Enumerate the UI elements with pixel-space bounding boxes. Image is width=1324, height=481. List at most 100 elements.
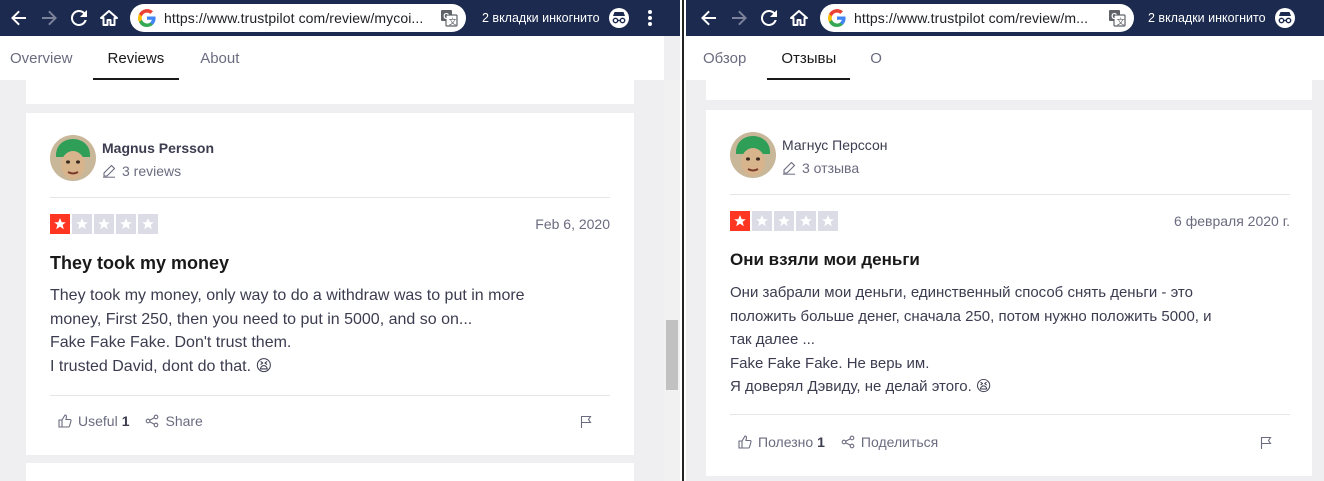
review-body-line: положить больше денег, сначала 250, пото… xyxy=(730,307,1212,325)
review-date: 6 февраля 2020 г. xyxy=(1174,213,1290,229)
review-title[interactable]: They took my money xyxy=(50,253,229,274)
avatar[interactable] xyxy=(730,132,776,178)
share-icon xyxy=(841,435,855,449)
useful-count: 1 xyxy=(817,434,825,450)
reviews-count-text: 3 reviews xyxy=(122,163,182,179)
reviews-count: 3 отзыва xyxy=(782,160,859,176)
divider xyxy=(730,194,1290,195)
browser-toolbar: https://www.trustpilot com/review/mycoi.… xyxy=(0,0,680,36)
tab-reviews[interactable]: Reviews xyxy=(92,36,180,80)
star-icon xyxy=(94,214,114,234)
pencil-icon xyxy=(103,164,116,178)
home-icon[interactable] xyxy=(94,0,124,36)
useful-label: Useful xyxy=(78,413,118,429)
avatar[interactable] xyxy=(50,135,96,181)
star-rating xyxy=(730,211,838,231)
share-label: Поделиться xyxy=(860,434,939,450)
share-icon xyxy=(146,414,159,428)
address-bar[interactable]: https://www.trustpilot com/review/m... G… xyxy=(820,4,1134,32)
previous-review-card xyxy=(706,80,1312,100)
incognito-icon[interactable] xyxy=(1274,7,1296,29)
share-label: Share xyxy=(165,413,203,429)
scrollbar-track[interactable] xyxy=(664,80,680,481)
translate-icon[interactable]: G文 xyxy=(1108,9,1126,27)
home-icon[interactable] xyxy=(784,0,814,36)
star-rating xyxy=(50,214,158,234)
review-body-line: I trusted David, dont do that. 😫 xyxy=(50,357,273,375)
address-bar[interactable]: https://www.trustpilot com/review/mycoi.… xyxy=(130,4,466,32)
star-icon xyxy=(72,214,92,234)
back-arrow-icon[interactable] xyxy=(4,0,34,36)
tab-overview[interactable]: Обзор xyxy=(686,36,763,80)
divider xyxy=(50,197,610,198)
review-card: Magnus Persson 3 reviews Feb 6, 2020 The… xyxy=(26,113,634,455)
url-text: https://www.trustpilot com/review/mycoi.… xyxy=(164,10,424,26)
star-icon xyxy=(752,211,772,231)
translate-icon[interactable]: G文 xyxy=(440,9,458,27)
useful-button[interactable]: Полезно 1 xyxy=(738,434,825,450)
browser-toolbar: https://www.trustpilot com/review/m... G… xyxy=(686,0,1324,36)
reviews-count: 3 reviews xyxy=(102,163,181,179)
forward-arrow-icon[interactable] xyxy=(724,0,754,36)
review-body-line: Я доверял Дэвиду, не делай этого. 😫 xyxy=(730,378,992,395)
tab-overview[interactable]: Overview xyxy=(0,36,83,80)
google-icon xyxy=(138,9,156,27)
review-body-line: Они забрали мои деньги, единственный спо… xyxy=(730,284,1193,301)
flag-icon[interactable] xyxy=(1260,436,1272,450)
star-icon xyxy=(796,211,816,231)
incognito-icon[interactable] xyxy=(608,7,630,29)
forward-arrow-icon[interactable] xyxy=(34,0,64,36)
divider xyxy=(50,395,610,396)
tab-about[interactable]: About xyxy=(187,36,252,80)
url-text: https://www.trustpilot com/review/m... xyxy=(854,10,1089,26)
flag-icon[interactable] xyxy=(580,415,592,429)
reload-icon[interactable] xyxy=(754,0,784,36)
star-icon xyxy=(50,214,70,234)
pencil-icon xyxy=(783,161,796,175)
page-tabs: Overview Reviews About xyxy=(0,36,664,80)
previous-review-card xyxy=(26,80,634,104)
review-actions: Useful 1 Share xyxy=(58,413,219,429)
back-arrow-icon[interactable] xyxy=(694,0,724,36)
left-browser-window: https://www.trustpilot com/review/mycoi.… xyxy=(0,0,680,481)
menu-icon[interactable] xyxy=(640,0,660,36)
right-browser-window: https://www.trustpilot com/review/m... G… xyxy=(686,0,1324,481)
incognito-label: 2 вкладки инкогнито xyxy=(482,11,600,25)
google-icon xyxy=(828,9,846,27)
review-body-line: так далее ... xyxy=(730,331,815,348)
star-icon xyxy=(818,211,838,231)
scrollbar-thumb[interactable] xyxy=(666,320,678,390)
star-icon xyxy=(730,211,750,231)
share-button[interactable]: Share xyxy=(145,413,203,429)
svg-text:文: 文 xyxy=(449,17,457,27)
page-tabs: Обзор Отзывы О xyxy=(686,36,1324,80)
review-body-line: They took my money, only way to do a wit… xyxy=(50,287,525,304)
star-icon xyxy=(138,214,158,234)
svg-text:文: 文 xyxy=(1117,17,1125,27)
share-button[interactable]: Поделиться xyxy=(841,434,938,450)
thumbs-up-icon xyxy=(58,414,72,428)
review-actions: Полезно 1 Поделиться xyxy=(738,434,954,450)
review-body-line: Fake Fake Fake. Don't trust them. xyxy=(50,334,292,351)
star-icon xyxy=(116,214,136,234)
review-body: Они забрали мои деньги, единственный спо… xyxy=(730,281,1212,399)
reload-icon[interactable] xyxy=(64,0,94,36)
useful-label: Полезно xyxy=(758,434,814,450)
review-body-line: Fake Fake Fake. Не верь им. xyxy=(730,354,930,372)
useful-button[interactable]: Useful 1 xyxy=(58,413,129,429)
divider xyxy=(730,414,1290,415)
tab-about[interactable]: О xyxy=(856,36,896,80)
review-title[interactable]: Они взяли мои деньги xyxy=(730,250,920,270)
incognito-label: 2 вкладки инкогнито xyxy=(1148,11,1266,25)
tab-reviews[interactable]: Отзывы xyxy=(767,36,851,80)
reviews-count-text: 3 отзыва xyxy=(802,160,860,176)
review-body: They took my money, only way to do a wit… xyxy=(50,284,525,378)
useful-count: 1 xyxy=(121,413,130,429)
reviewer-name[interactable]: Магнус Перссон xyxy=(782,137,888,153)
star-icon xyxy=(774,211,794,231)
reviewer-name[interactable]: Magnus Persson xyxy=(102,140,214,156)
thumbs-up-icon xyxy=(738,435,752,449)
review-body-line: money, First 250, then you need to put i… xyxy=(50,310,473,328)
review-card: Магнус Перссон 3 отзыва 6 февраля 2020 г… xyxy=(706,110,1312,476)
review-date: Feb 6, 2020 xyxy=(535,216,610,232)
